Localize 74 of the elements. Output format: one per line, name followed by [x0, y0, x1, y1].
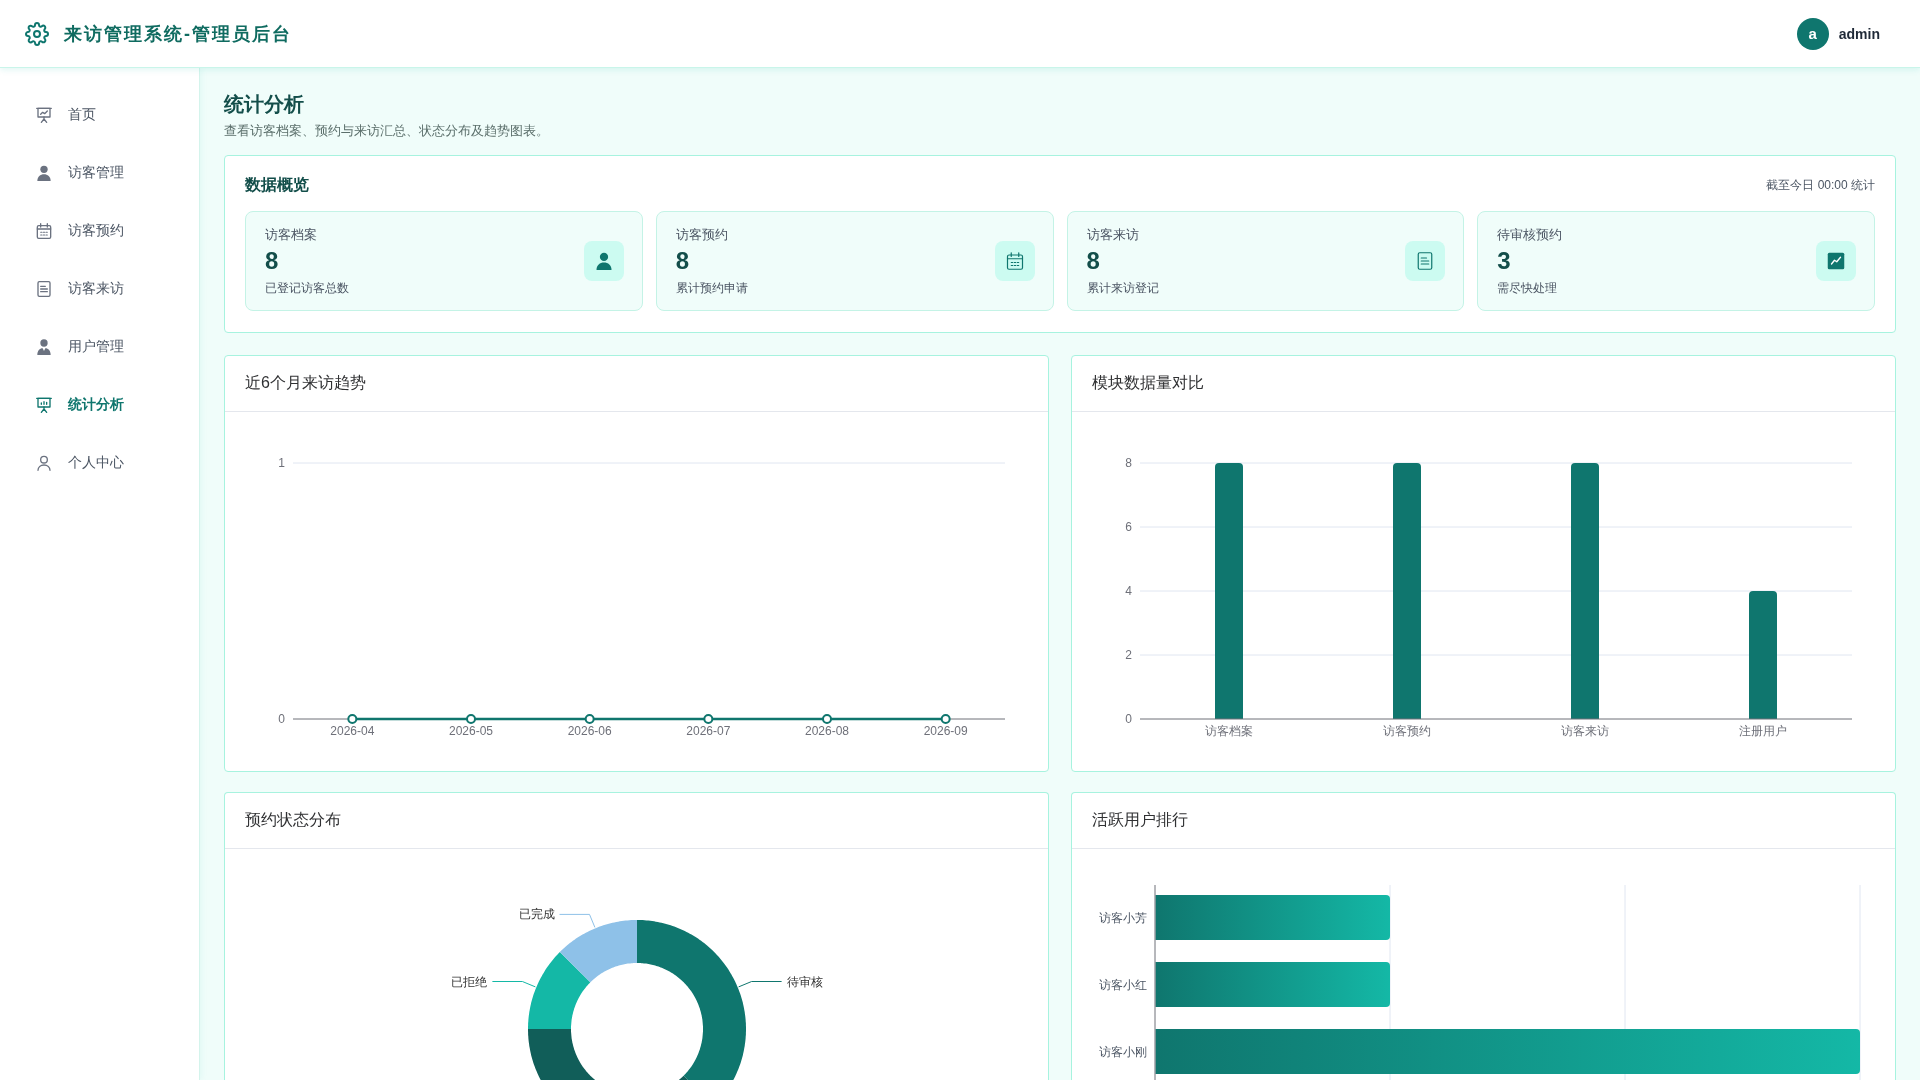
- data-point: [584, 714, 595, 724]
- document-icon: [36, 281, 52, 297]
- y-axis-label: 8: [1125, 456, 1132, 470]
- user-avatar[interactable]: a: [1796, 17, 1829, 50]
- presentation-chart-icon: [36, 107, 52, 123]
- data-point: [347, 714, 358, 724]
- nav-item[interactable]: 首页: [0, 86, 199, 144]
- y-axis-label: 2: [1125, 648, 1132, 662]
- x-axis-label: 2026-05: [449, 724, 493, 738]
- slice-label: 已拒绝: [451, 974, 488, 989]
- panel-note: 截至今日 00:00 统计: [1766, 176, 1875, 194]
- leader-line: [738, 981, 783, 988]
- user-name[interactable]: admin: [1838, 25, 1880, 42]
- nav-item[interactable]: 统计分析: [0, 376, 199, 434]
- user-icon: [36, 339, 52, 355]
- y-axis-label: 4: [1125, 584, 1132, 598]
- stat-caption: 累计预约申请: [675, 279, 748, 297]
- app-title: 来访管理系统-管理员后台: [64, 22, 292, 46]
- stat-value: 8: [265, 245, 279, 276]
- x-axis-label: 2026-06: [567, 724, 612, 738]
- stat-label: 待审核预约: [1497, 225, 1563, 244]
- leader-line: [559, 913, 596, 928]
- stat-caption: 需尽快处理: [1497, 279, 1558, 297]
- user-name-label: 访客小红: [1099, 977, 1147, 992]
- stat-label: 访客预约: [675, 225, 728, 244]
- data-point: [703, 714, 714, 724]
- y-axis-label: 0: [1125, 712, 1132, 726]
- data-point: [822, 714, 832, 724]
- x-axis-label: 访客预约: [1383, 724, 1431, 738]
- nav-item[interactable]: 用户管理: [0, 318, 199, 376]
- gear-icon: [25, 21, 49, 46]
- x-axis-label: 访客来访: [1561, 724, 1609, 738]
- nav-item[interactable]: 个人中心: [0, 434, 199, 492]
- data-point: [940, 714, 951, 724]
- x-axis-label: 2026-08: [805, 724, 849, 738]
- chart-title: 预约状态分布: [245, 810, 341, 830]
- chart-title: 近6个月来访趋势: [245, 373, 366, 393]
- y-axis-label: 6: [1125, 520, 1132, 534]
- panel-title: 数据概览: [245, 175, 309, 195]
- stat-label: 访客档案: [265, 225, 317, 244]
- nav-item[interactable]: 访客管理: [0, 144, 199, 202]
- line-chart-icon: [1816, 241, 1856, 281]
- nav-item[interactable]: 访客预约: [0, 202, 199, 260]
- x-axis-label: 2026-09: [923, 724, 968, 738]
- user-icon: [36, 165, 52, 181]
- document-icon: [1405, 241, 1446, 281]
- x-axis-label: 访客档案: [1205, 724, 1253, 738]
- calendar-icon: [36, 223, 52, 239]
- presentation-bar-chart-icon: [36, 397, 52, 413]
- x-axis-label: 2026-07: [686, 724, 731, 738]
- user-name-label: 访客小芳: [1099, 910, 1147, 925]
- user-icon: [583, 241, 624, 281]
- leader-line: [491, 981, 536, 988]
- stat-value: 8: [675, 245, 690, 276]
- data-point: [466, 714, 476, 724]
- page-subtitle: 查看访客档案、预约与来访汇总、状态分布及趋势图表。: [224, 122, 549, 140]
- slice-label: 待审核: [786, 974, 823, 989]
- stat-value: 8: [1086, 245, 1100, 276]
- chart-title: 模块数据量对比: [1092, 373, 1204, 393]
- y-axis-label: 0: [278, 712, 285, 726]
- chart-title: 活跃用户排行: [1092, 810, 1188, 830]
- calendar-icon: [994, 241, 1035, 281]
- stat-value: 3: [1497, 245, 1511, 276]
- user-outline-icon: [36, 455, 52, 471]
- stat-label: 访客来访: [1086, 225, 1139, 244]
- page-title: 统计分析: [224, 92, 304, 117]
- nav-item[interactable]: 访客来访: [0, 260, 199, 318]
- y-axis-label: 1: [278, 456, 285, 470]
- stat-caption: 累计来访登记: [1086, 279, 1159, 297]
- stat-caption: 已登记访客总数: [265, 279, 349, 297]
- user-name-label: 访客小刚: [1099, 1044, 1147, 1059]
- x-axis-label: 2026-04: [330, 724, 375, 738]
- slice-label: 已完成: [518, 907, 555, 922]
- x-axis-label: 注册用户: [1739, 724, 1787, 738]
